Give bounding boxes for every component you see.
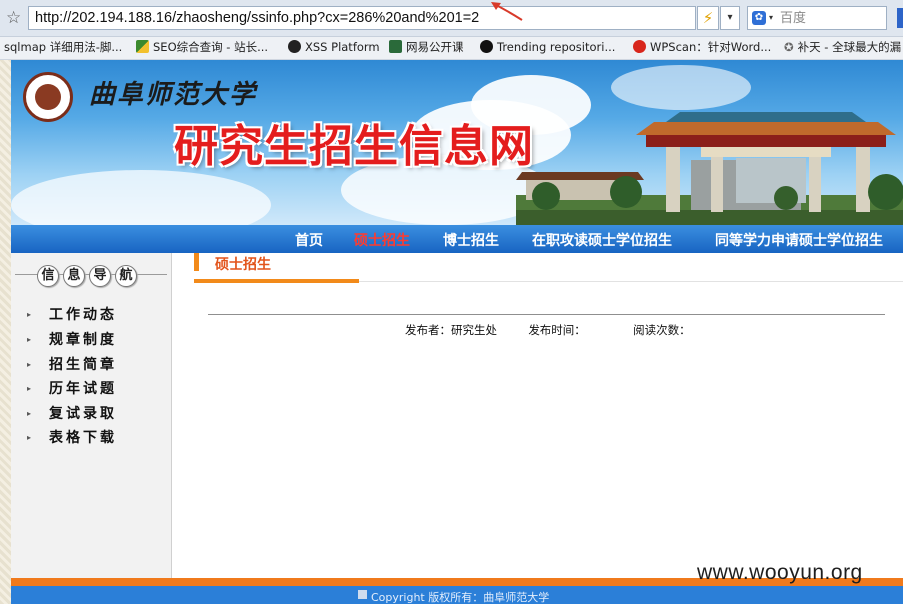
triangle-bullet-icon: ▸	[27, 432, 32, 442]
sidebar: 信 息 导 航 ▸ 工作动态 ▸ 规章制度 ▸ 招生简章 ▸ 历年试题 ▸ 复试录取 ▸ 表…	[11, 253, 172, 578]
triangle-bullet-icon: ▸	[27, 309, 32, 319]
read-count-label: 阅读次数：	[633, 323, 691, 337]
nav-equivalent[interactable]: 同等学力申请硕士学位招生	[715, 230, 883, 250]
article-divider	[208, 314, 885, 315]
header-banner: 曲阜师范大学 研究生招生信息网	[11, 60, 903, 225]
sidebar-item-admission[interactable]: ▸ 复试录取	[27, 403, 117, 423]
sidebar-item-brochure[interactable]: ▸ 招生简章	[27, 354, 117, 374]
favorite-label: XSS Platform	[305, 40, 380, 54]
url-text[interactable]: http://202.194.188.16/zhaosheng/ssinfo.p…	[35, 10, 479, 26]
address-bar-row: ☆ http://202.194.188.16/zhaosheng/ssinfo…	[0, 0, 903, 37]
sidebar-item-label: 复试录取	[49, 406, 117, 422]
university-name: 曲阜师范大学	[89, 80, 258, 110]
favorite-163[interactable]: 网易公开课	[389, 40, 464, 55]
decorative-border	[0, 60, 11, 604]
favorite-label: 网易公开课	[406, 40, 464, 54]
favorite-wpscan[interactable]: WPScan：针对Word...	[633, 40, 771, 55]
publish-time-label: 发布时间：	[528, 323, 586, 337]
sidebar-item-downloads[interactable]: ▸ 表格下载	[27, 427, 117, 447]
site-title: 研究生招生信息网	[174, 121, 534, 172]
video-icon	[389, 40, 402, 53]
article-meta: 发布者：研究生处 发布时间： 阅读次数：	[405, 322, 691, 338]
favorite-label: sqlmap 详细用法-脚...	[4, 40, 123, 54]
main-nav: 首页 硕士招生 博士招生 在职攻读硕士学位招生 同等学力申请硕士学位招生	[11, 225, 903, 253]
sidebar-item-label: 招生简章	[49, 357, 117, 373]
sidebar-title-char: 航	[115, 265, 137, 287]
star-icon: ✪	[784, 40, 794, 54]
sidebar-item-label: 历年试题	[49, 381, 117, 397]
watermark: www.wooyun.org	[697, 561, 863, 584]
search-input[interactable]	[780, 9, 880, 27]
campus-gate-image	[516, 112, 903, 225]
baidu-paw-icon[interactable]: ✿	[752, 11, 766, 25]
wpscan-icon	[633, 40, 646, 53]
cloud-shape	[11, 170, 271, 225]
section-header: 硕士招生	[194, 253, 359, 283]
publisher-label: 发布者：研究生处	[405, 323, 497, 337]
university-logo[interactable]	[23, 72, 73, 122]
triangle-bullet-icon: ▸	[27, 359, 32, 369]
sidebar-title-char: 信	[37, 265, 59, 287]
sidebar-item-label: 工作动态	[49, 307, 117, 323]
nav-home[interactable]: 首页	[295, 230, 323, 250]
sidebar-item-news[interactable]: ▸ 工作动态	[27, 304, 117, 324]
triangle-bullet-icon: ▸	[27, 334, 32, 344]
sidebar-item-label: 表格下载	[49, 430, 117, 446]
sidebar-item-label: 规章制度	[49, 332, 117, 348]
footer-bullet-icon	[358, 590, 367, 599]
favorite-label: 补天 - 全球最大的漏	[797, 40, 902, 54]
favorite-label: WPScan：针对Word...	[650, 40, 772, 54]
nav-in-service[interactable]: 在职攻读硕士学位招生	[532, 230, 672, 250]
url-dropdown-button[interactable]: ▾	[720, 6, 740, 30]
triangle-bullet-icon: ▸	[27, 383, 32, 393]
favorite-sqlmap[interactable]: sqlmap 详细用法-脚...	[4, 40, 122, 55]
nav-phd[interactable]: 博士招生	[443, 230, 499, 250]
sidebar-title-char: 导	[89, 265, 111, 287]
sidebar-item-rules[interactable]: ▸ 规章制度	[27, 329, 117, 349]
favorite-butian[interactable]: ✪ 补天 - 全球最大的漏	[784, 40, 901, 55]
url-field[interactable]: http://202.194.188.16/zhaosheng/ssinfo.p…	[28, 6, 696, 30]
github-icon	[480, 40, 493, 53]
annotation-arrow-icon	[491, 2, 523, 21]
favorite-seo[interactable]: SEO综合查询 - 站长...	[136, 40, 268, 55]
triangle-bullet-icon: ▸	[27, 408, 32, 418]
section-marker	[194, 253, 199, 271]
search-box[interactable]: ✿ ▾	[747, 6, 887, 30]
favorite-star-icon[interactable]: ☆	[6, 9, 21, 27]
window-edge-button[interactable]	[897, 8, 903, 28]
divider	[359, 281, 903, 282]
favorite-label: SEO综合查询 - 站长...	[153, 40, 269, 54]
favorites-bar: sqlmap 详细用法-脚... SEO综合查询 - 站长... XSS Pla…	[0, 37, 903, 60]
favorite-xss[interactable]: XSS Platform	[288, 40, 380, 55]
favorite-github[interactable]: Trending repositori...	[480, 40, 615, 55]
chevron-down-icon[interactable]: ▾	[769, 13, 773, 22]
xss-icon	[288, 40, 301, 53]
content-area: 信 息 导 航 ▸ 工作动态 ▸ 规章制度 ▸ 招生简章 ▸ 历年试题 ▸ 复试录取 ▸ 表…	[11, 253, 903, 578]
sidebar-item-past-exams[interactable]: ▸ 历年试题	[27, 378, 117, 398]
favorite-label: Trending repositori...	[497, 40, 616, 54]
sidebar-title-char: 息	[63, 265, 85, 287]
compat-lightning-icon[interactable]: ⚡	[697, 6, 719, 30]
nav-master[interactable]: 硕士招生	[354, 230, 410, 250]
web-page: 曲阜师范大学 研究生招生信息网 首页 硕士招生 博士招生 在职攻读硕士学位招生 …	[0, 60, 903, 604]
copyright-text: Copyright 版权所有：曲阜师范大学	[371, 591, 550, 604]
seo-icon	[136, 40, 149, 53]
section-title: 硕士招生	[215, 257, 271, 273]
sidebar-title: 信 息 导 航	[37, 265, 137, 287]
